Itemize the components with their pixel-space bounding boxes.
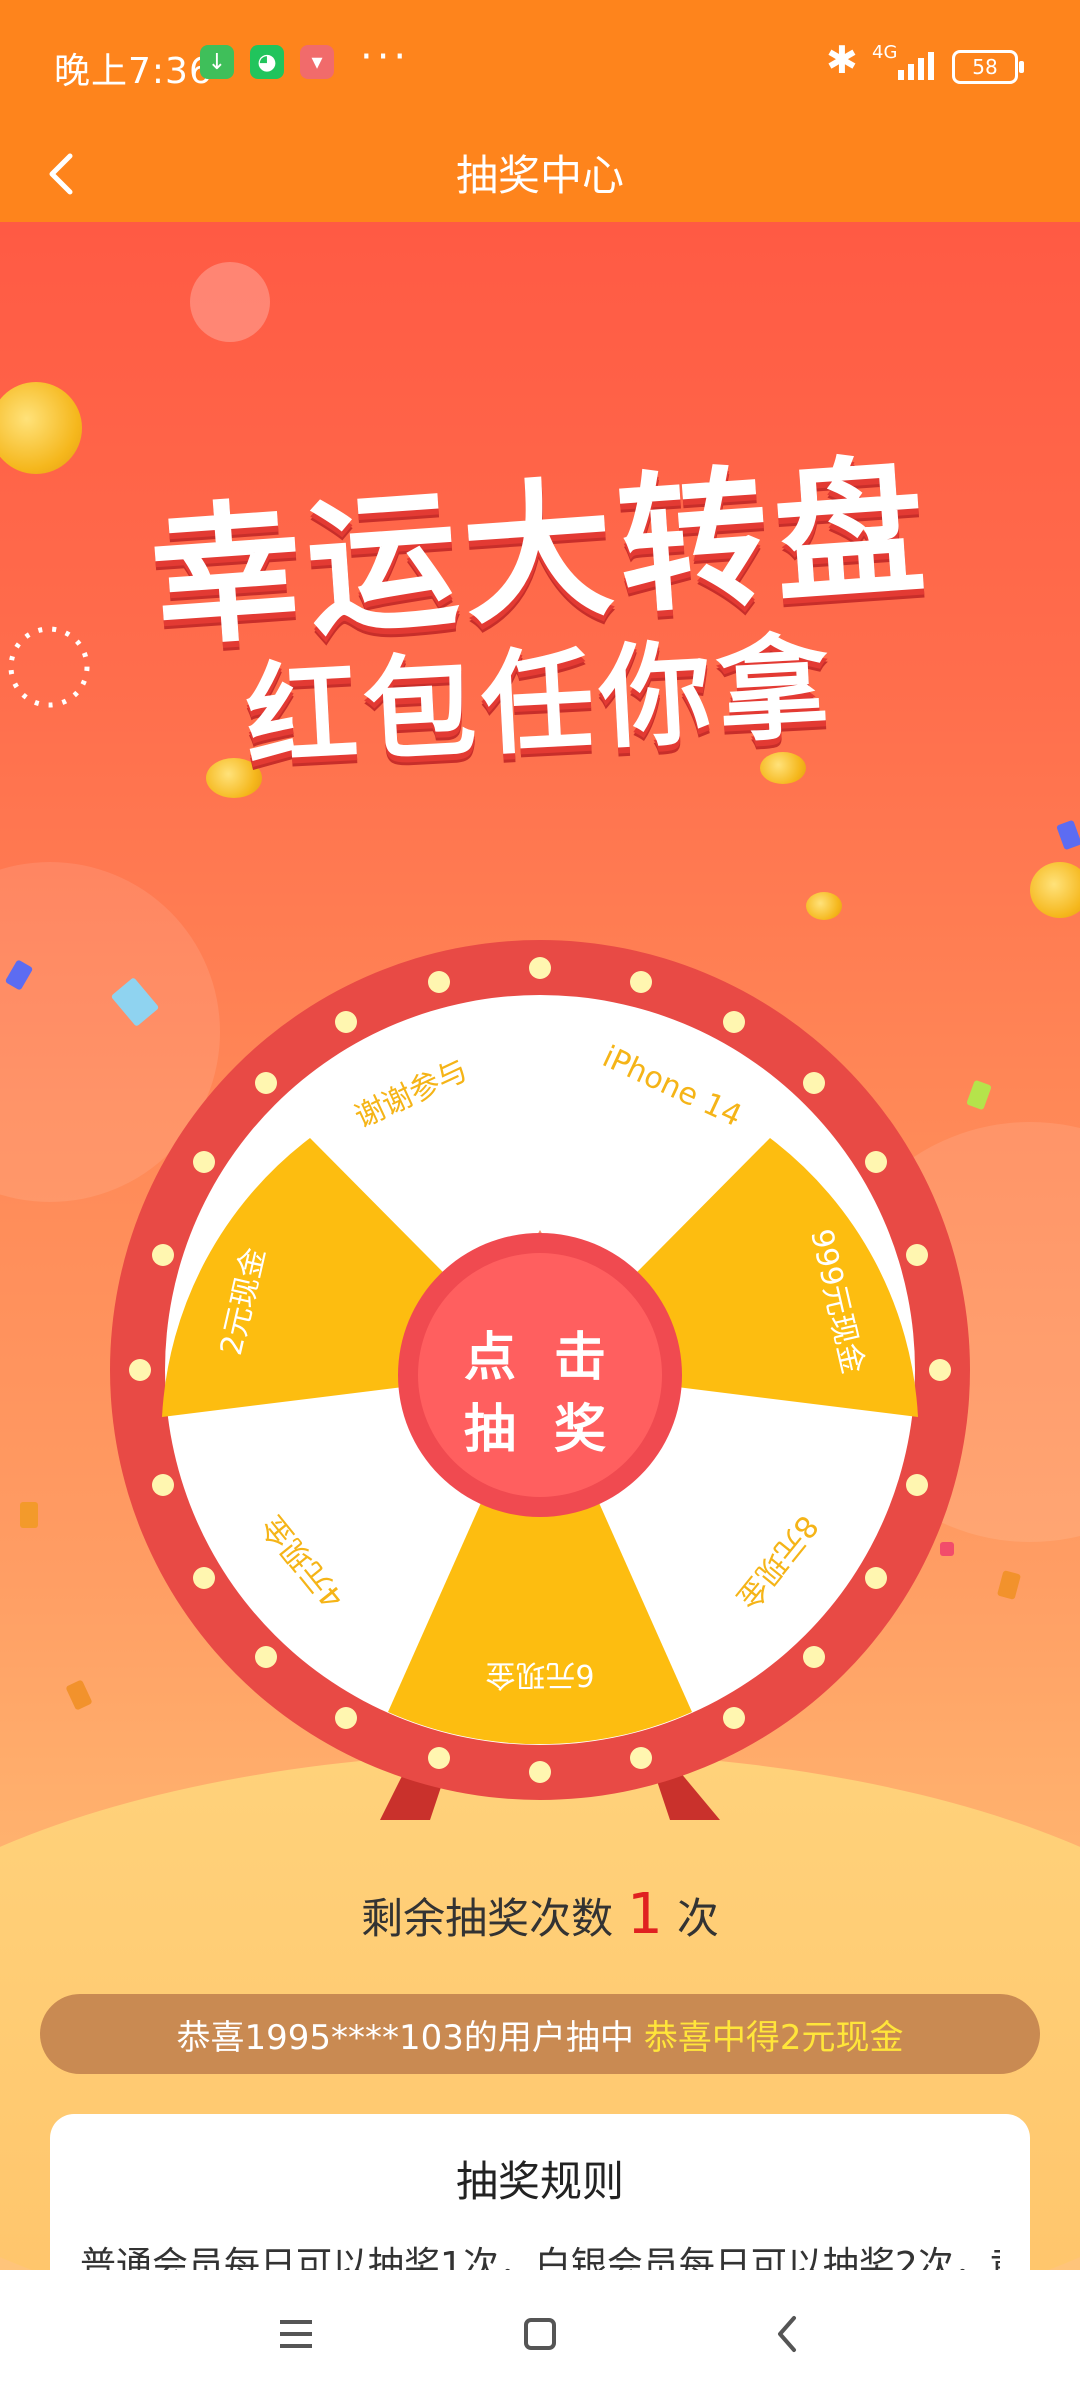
draw-button[interactable]: 点 击 抽 奖 (440, 1322, 640, 1466)
title-bar: 抽奖中心 (0, 134, 1080, 222)
coin-icon (1030, 862, 1080, 918)
remaining-draws: 剩余抽奖次数 1 次 (0, 1882, 1080, 1947)
network-label: 4G (872, 42, 898, 63)
signal-icon (898, 52, 934, 80)
menu-icon[interactable] (266, 2304, 326, 2364)
wechat-icon: ◕ (250, 45, 284, 79)
rules-body: 普通会员每日可以抽奖1次，白银会员每日可以抽奖2次，黄 (80, 2245, 1000, 2270)
shopping-app-icon: ▾ (300, 45, 334, 79)
confetti (20, 1502, 38, 1528)
draw-button-line1: 点 击 (463, 1328, 617, 1388)
lottery-page: 幸运大转盘 红包任你拿 iPhone 14 999元现金 8元现金 6元现金 4… (0, 222, 1080, 2270)
status-bar: 晚上7:36 ↓ ◕ ▾ ··· ✱ 4G 58 (0, 0, 1080, 134)
coin-icon (806, 892, 842, 920)
remaining-suffix: 次 (676, 1894, 719, 1943)
prize-label: 6元现金 (485, 1657, 595, 1692)
rules-card: 抽奖规则 普通会员每日可以抽奖1次，白银会员每日可以抽奖2次，黄 (50, 2114, 1030, 2270)
ticker-highlight: 恭喜中得2元现金 (643, 2017, 904, 2058)
prize-wheel[interactable]: iPhone 14 999元现金 8元现金 6元现金 4元现金 2元现金 谢谢参… (110, 940, 970, 1820)
home-icon[interactable] (510, 2304, 570, 2364)
battery-icon: 58 (952, 50, 1024, 84)
confetti (996, 1570, 1022, 1600)
winner-ticker: 恭喜1995****103的用户抽中 恭喜中得2元现金 (40, 1994, 1040, 2074)
background-bubble (190, 262, 270, 342)
remaining-prefix: 剩余抽奖次数 (361, 1894, 614, 1943)
more-notifications-icon: ··· (360, 34, 411, 80)
download-icon: ↓ (200, 45, 234, 79)
confetti (65, 1679, 93, 1711)
page-title: 抽奖中心 (455, 151, 624, 200)
rules-title: 抽奖规则 (455, 2157, 624, 2206)
draw-button-line2: 抽 奖 (463, 1400, 617, 1460)
bluetooth-icon: ✱ (826, 38, 858, 82)
back-icon[interactable] (758, 2304, 818, 2364)
status-time: 晚上7:36 (54, 51, 213, 92)
confetti (1056, 819, 1080, 851)
coin-icon (0, 382, 82, 474)
system-nav-bar (0, 2270, 1080, 2400)
remaining-count: 1 (627, 1882, 663, 1947)
ticker-text: 恭喜1995****103的用户抽中 (176, 2017, 634, 2058)
